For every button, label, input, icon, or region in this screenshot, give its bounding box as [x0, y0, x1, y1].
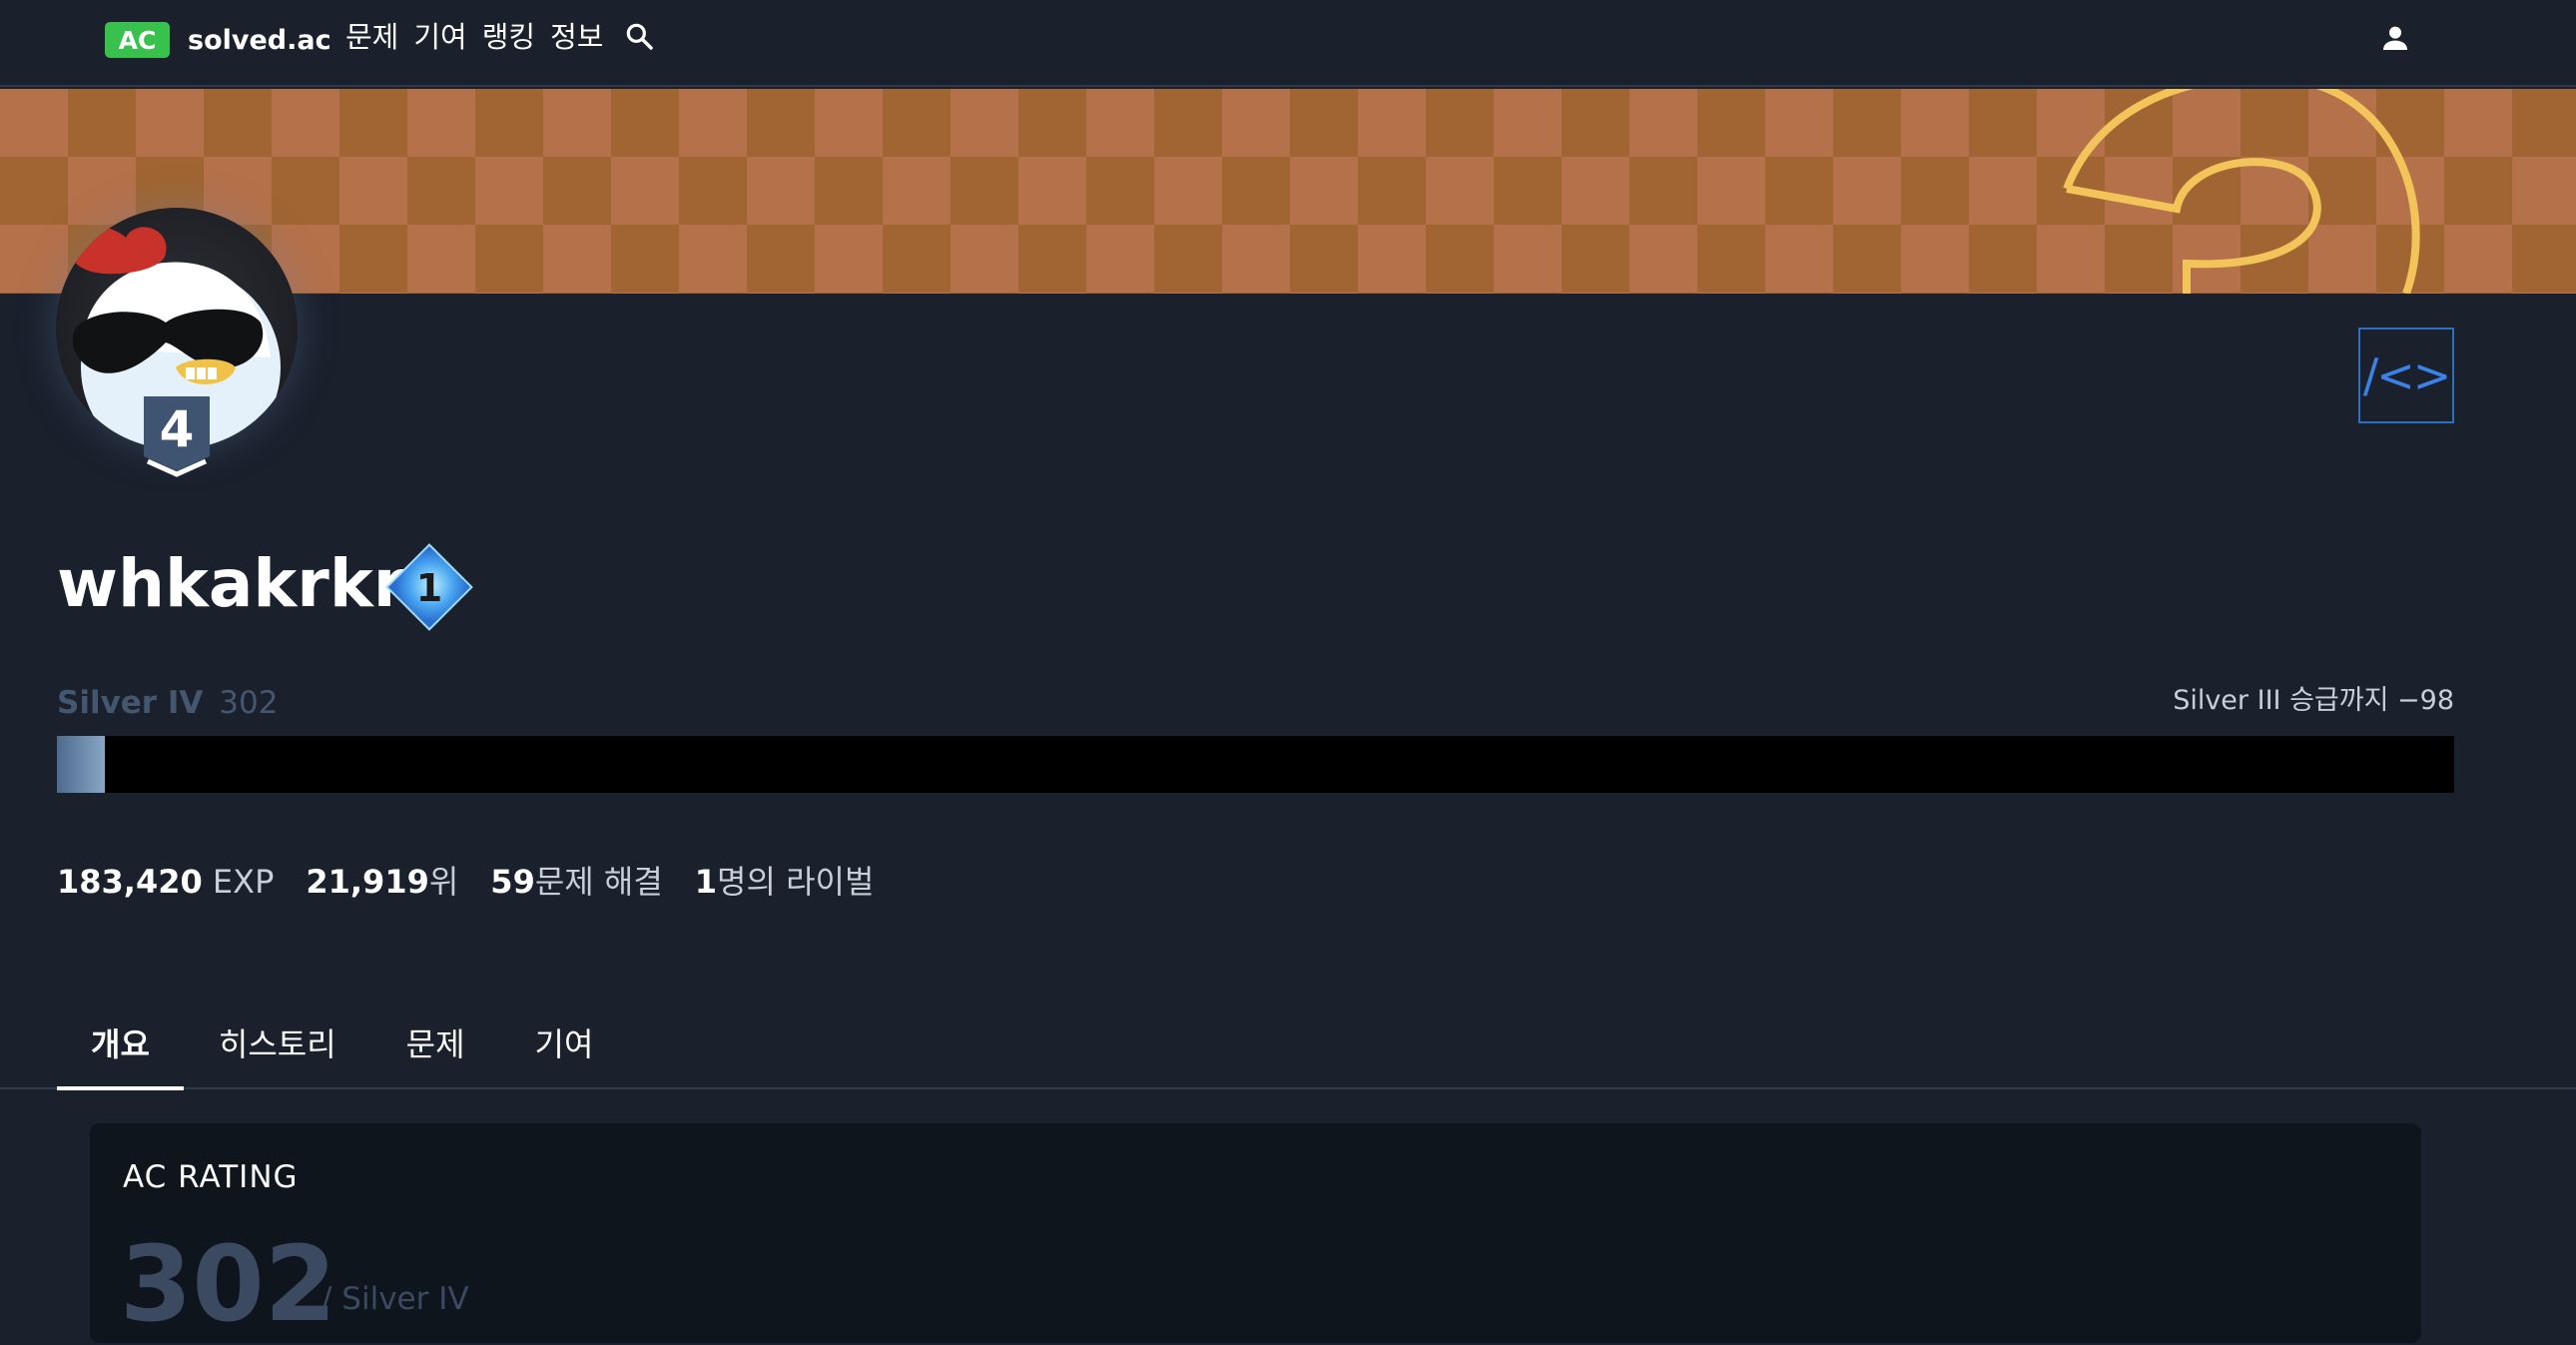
level-badge-number: 4	[159, 400, 195, 458]
stat-solved-value: 59	[490, 863, 535, 901]
ac-rating-tier: / Silver IV	[322, 1281, 469, 1317]
nav-links: 문제 기여 랭킹 정보	[345, 17, 655, 57]
brand-name: solved.ac	[188, 24, 331, 56]
stat-rivals[interactable]: 1명의 라이벌	[695, 857, 875, 903]
profile-tabs: 개요 히스토리 문제 기여	[57, 997, 629, 1090]
tab-overview[interactable]: 개요	[57, 997, 184, 1090]
class-badge-number: 1	[416, 566, 442, 610]
nav-link-info[interactable]: 정보	[550, 17, 603, 57]
search-icon[interactable]	[623, 20, 655, 56]
stat-solved[interactable]: 59문제 해결	[490, 857, 662, 903]
tier-progress-fill	[57, 736, 106, 793]
embed-code-button[interactable]: /<>	[2358, 328, 2454, 423]
stat-solved-unit: 문제 해결	[534, 863, 663, 901]
stat-rank-value: 21,919	[306, 863, 429, 901]
ac-rating-title: AC RATING	[123, 1159, 299, 1195]
stat-rivals-value: 1	[694, 863, 718, 901]
tier-name: Silver IV	[57, 685, 204, 721]
profile-banner	[0, 89, 2576, 294]
brand-logo[interactable]: AC solved.ac	[105, 22, 331, 58]
promotion-text: Silver III 승급까지 −98	[2173, 685, 2454, 716]
stat-rank: 21,919위	[306, 857, 458, 903]
tab-history[interactable]: 히스토리	[184, 997, 371, 1088]
nav-link-contribute[interactable]: 기여	[413, 17, 466, 57]
nav-link-problems[interactable]: 문제	[345, 17, 398, 57]
stat-exp-unit: EXP	[212, 863, 275, 901]
level-badge: 4	[144, 396, 210, 478]
tab-problems[interactable]: 문제	[371, 997, 500, 1088]
nav-link-ranking[interactable]: 랭킹	[482, 17, 535, 57]
person-icon[interactable]	[2379, 22, 2411, 58]
stat-rank-unit: 위	[428, 863, 459, 901]
tab-contribute[interactable]: 기여	[500, 997, 629, 1088]
brand-badge: AC	[105, 22, 170, 58]
tier-rating: 302	[219, 685, 279, 721]
ac-rating-card: AC RATING 302 / Silver IV	[90, 1123, 2421, 1345]
profile-stats: 183,420 EXP 21,919위 59문제 해결 1명의 라이벌	[57, 857, 906, 903]
username: whkakrkr	[57, 545, 406, 622]
ac-rating-value: 302	[120, 1223, 337, 1345]
stat-rivals-unit: 명의 라이벌	[717, 863, 875, 901]
tier-progress-bar	[57, 736, 2454, 793]
class-badge[interactable]: 1	[377, 535, 481, 643]
stat-exp-value: 183,420	[57, 863, 203, 901]
tier-line: Silver IV 302	[57, 681, 278, 725]
top-navbar: AC solved.ac 문제 기여 랭킹 정보	[0, 0, 2576, 87]
banner-decoration-icon	[2063, 89, 2420, 294]
stat-exp: 183,420 EXP	[57, 863, 274, 901]
